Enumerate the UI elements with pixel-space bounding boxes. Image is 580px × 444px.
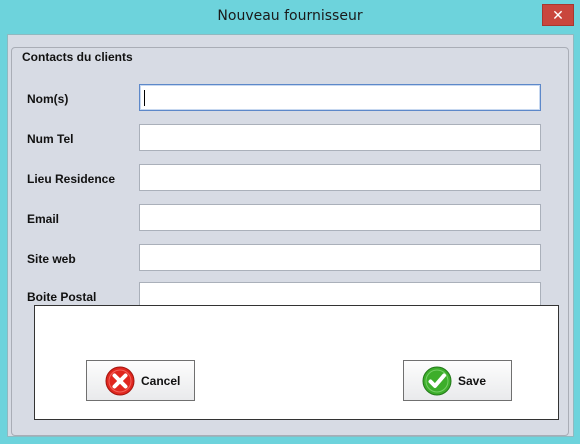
cancel-button[interactable]: Cancel bbox=[86, 360, 195, 401]
email-field[interactable] bbox=[139, 204, 541, 231]
title-bar: Nouveau fournisseur ✕ bbox=[0, 0, 580, 34]
residence-field[interactable] bbox=[139, 164, 541, 191]
name-label: Nom(s) bbox=[27, 92, 69, 106]
phone-field[interactable] bbox=[139, 124, 541, 151]
button-panel: Cancel Save bbox=[34, 305, 559, 420]
close-icon: ✕ bbox=[552, 7, 564, 23]
save-label: Save bbox=[458, 373, 487, 388]
residence-label: Lieu Residence bbox=[27, 172, 116, 186]
dialog-body: Contacts du clients Nom(s) Num Tel Lieu … bbox=[7, 34, 574, 437]
email-label: Email bbox=[27, 212, 60, 226]
close-button[interactable]: ✕ bbox=[542, 4, 574, 26]
text-caret bbox=[144, 90, 145, 106]
cancel-icon bbox=[105, 366, 135, 395]
window-title: Nouveau fournisseur bbox=[217, 8, 363, 24]
postal-box-label: Boite Postal bbox=[27, 290, 97, 304]
website-field[interactable] bbox=[139, 244, 541, 271]
name-field[interactable] bbox=[139, 84, 541, 111]
groupbox-label: Contacts du clients bbox=[20, 50, 135, 64]
save-button[interactable]: Save bbox=[403, 360, 512, 401]
website-label: Site web bbox=[27, 252, 76, 266]
cancel-label: Cancel bbox=[141, 373, 181, 388]
checkmark-icon bbox=[422, 366, 452, 395]
phone-label: Num Tel bbox=[27, 132, 74, 146]
